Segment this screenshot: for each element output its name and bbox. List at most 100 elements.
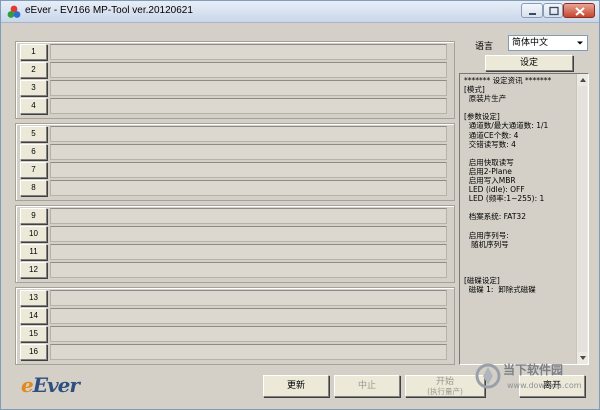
port-status-field <box>50 62 447 78</box>
port-button[interactable]: 14 <box>20 308 47 324</box>
app-logo-icon <box>7 5 21 18</box>
site-watermark: 当下软件园 www.downxia.com <box>473 357 595 403</box>
info-line: 随机序列号 <box>464 239 509 249</box>
port-button[interactable]: 10 <box>20 226 47 242</box>
info-line <box>464 149 576 158</box>
port-button[interactable]: 12 <box>20 262 47 278</box>
settings-info-text: ******* 设定资讯 ******* [模式] 原装片生产 [参数设定] 通道数… <box>464 76 576 294</box>
settings-button[interactable]: 设定 <box>485 55 573 71</box>
port-button[interactable]: 9 <box>20 208 47 224</box>
info-line <box>464 258 576 267</box>
port-status-field <box>50 162 447 178</box>
app-window: eEver - EV166 MP-Tool ver.20120621 1 2 3 <box>0 0 600 410</box>
watermark-logo-icon <box>475 363 501 389</box>
logo-prefix: e <box>21 373 34 397</box>
port-status-field <box>50 126 447 142</box>
port-status-field <box>50 80 447 96</box>
info-line <box>464 222 576 231</box>
port-status-field <box>50 344 447 360</box>
port-row: 16 <box>20 344 450 360</box>
info-line: [磁碟设定] <box>464 276 500 286</box>
port-status-field <box>50 262 447 278</box>
port-button[interactable]: 11 <box>20 244 47 260</box>
port-button[interactable]: 15 <box>20 326 47 342</box>
port-status-field <box>50 290 447 306</box>
window-title: eEver - EV166 MP-Tool ver.20120621 <box>25 5 193 16</box>
scroll-up-icon[interactable] <box>578 75 588 85</box>
port-row: 11 <box>20 244 450 260</box>
port-status-field <box>50 98 447 114</box>
info-line: LED (频率:1~255): 1 <box>464 194 545 204</box>
port-button[interactable]: 16 <box>20 344 47 360</box>
minimize-button[interactable] <box>521 3 543 18</box>
port-button[interactable]: 7 <box>20 162 47 178</box>
maximize-icon <box>549 6 559 16</box>
minimize-icon <box>529 13 536 15</box>
port-button[interactable]: 2 <box>20 62 47 78</box>
info-line: 启用2-Plane <box>464 166 512 176</box>
port-button[interactable]: 4 <box>20 98 47 114</box>
port-row: 13 <box>20 290 450 306</box>
port-row: 4 <box>20 98 450 114</box>
port-button[interactable]: 8 <box>20 180 47 196</box>
port-status-field <box>50 326 447 342</box>
port-row: 8 <box>20 180 450 196</box>
port-status-field <box>50 244 447 260</box>
close-icon <box>575 7 585 16</box>
info-line: 启用快取读写 <box>464 157 514 167</box>
info-line <box>464 103 576 112</box>
info-line <box>464 249 576 258</box>
logo-text: Ever <box>32 373 80 397</box>
info-line: LED (idle): OFF <box>464 185 525 195</box>
port-row: 1 <box>20 44 450 60</box>
port-status-field <box>50 208 447 224</box>
port-button[interactable]: 6 <box>20 144 47 160</box>
settings-info-panel: ******* 设定资讯 ******* [模式] 原装片生产 [参数设定] 通道数… <box>459 73 589 365</box>
info-line <box>464 267 576 276</box>
port-row: 7 <box>20 162 450 178</box>
maximize-button[interactable] <box>543 3 563 18</box>
info-line: 磁碟 1: 卸除式磁碟 <box>464 285 536 295</box>
port-row: 5 <box>20 126 450 142</box>
port-row: 12 <box>20 262 450 278</box>
info-line: 启用序列号: <box>464 230 509 240</box>
info-line: 通道CE个数: 4 <box>464 130 519 140</box>
stop-label: 中止 <box>357 381 376 391</box>
port-row: 10 <box>20 226 450 242</box>
info-line: ******* 设定资讯 ******* <box>464 76 552 85</box>
info-line: 启用写入MBR <box>464 176 516 186</box>
port-row: 6 <box>20 144 450 160</box>
port-row: 3 <box>20 80 450 96</box>
port-button[interactable]: 5 <box>20 126 47 142</box>
info-line: 档案系统: FAT32 <box>464 212 526 222</box>
language-select[interactable]: 简体中文 <box>508 35 588 51</box>
info-line: 通道数/最大通道数: 1/1 <box>464 121 549 131</box>
brand-logo: eEver <box>21 373 80 397</box>
scroll-thumb[interactable] <box>578 86 587 352</box>
close-button[interactable] <box>563 3 595 18</box>
scrollbar[interactable] <box>576 74 588 364</box>
port-status-field <box>50 308 447 324</box>
language-selected-value: 简体中文 <box>512 38 549 48</box>
watermark-title: 当下软件园 <box>503 363 564 377</box>
language-label: 语言 <box>475 42 494 52</box>
port-button[interactable]: 3 <box>20 80 47 96</box>
info-line: 交错读写数: 4 <box>464 139 516 149</box>
main-panel: 1 2 3 4 5 6 7 8 9 10 11 12 13 14 15 16 语… <box>7 27 595 405</box>
watermark-url: www.downxia.com <box>507 381 582 390</box>
stop-button[interactable]: 中止 <box>334 375 400 397</box>
port-status-field <box>50 180 447 196</box>
port-row: 9 <box>20 208 450 224</box>
port-button[interactable]: 1 <box>20 44 47 60</box>
port-status-field <box>50 226 447 242</box>
port-status-field <box>50 44 447 60</box>
title-bar: eEver - EV166 MP-Tool ver.20120621 <box>1 1 599 23</box>
port-row: 14 <box>20 308 450 324</box>
info-line: [模式] <box>464 85 485 95</box>
chevron-down-icon <box>577 41 583 45</box>
port-row: 2 <box>20 62 450 78</box>
refresh-label: 更新 <box>286 381 305 391</box>
port-button[interactable]: 13 <box>20 290 47 306</box>
info-line: 原装片生产 <box>464 94 507 104</box>
refresh-button[interactable]: 更新 <box>263 375 329 397</box>
